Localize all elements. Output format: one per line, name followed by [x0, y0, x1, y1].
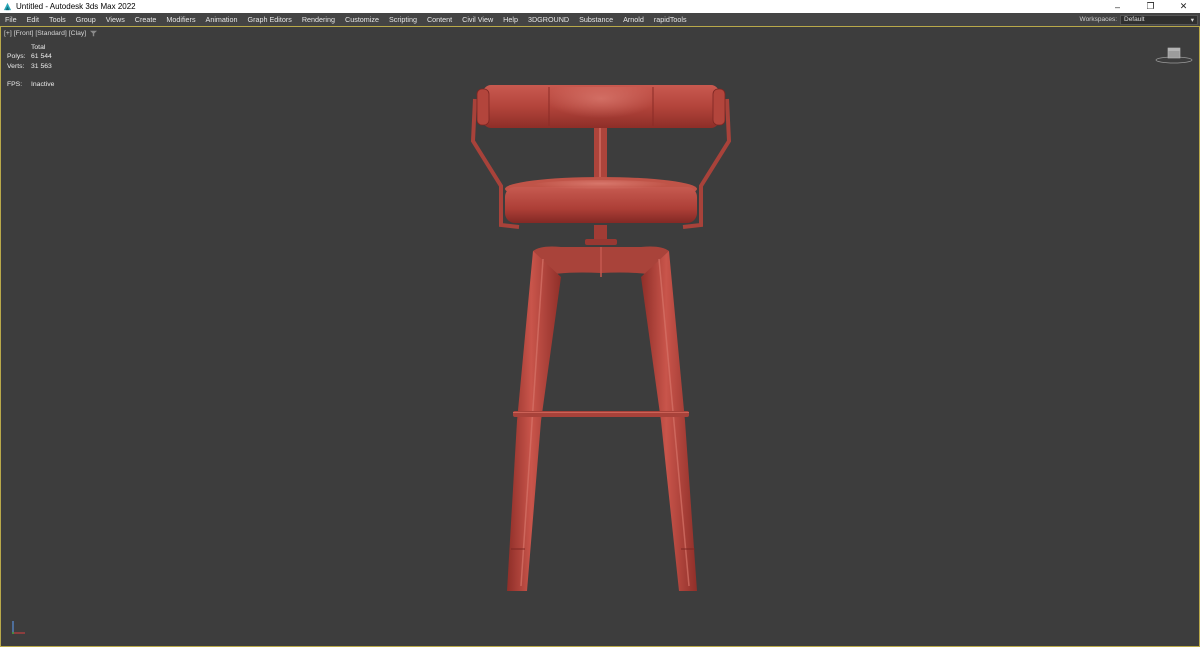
- workspace-dropdown[interactable]: Default ▾: [1120, 14, 1198, 25]
- axis-tripod-icon: [12, 621, 25, 634]
- menu-tools[interactable]: Tools: [44, 13, 71, 26]
- menu-scripting[interactable]: Scripting: [384, 13, 422, 26]
- menu-rapidtools[interactable]: rapidTools: [649, 13, 692, 26]
- menu-create[interactable]: Create: [130, 13, 162, 26]
- restore-button[interactable]: ❐: [1134, 0, 1167, 13]
- menu-modifiers[interactable]: Modifiers: [161, 13, 200, 26]
- workspace-value: Default: [1124, 16, 1145, 23]
- front-viewport[interactable]: [+] [Front] [Standard] [Clay] Total Polys: 6…: [0, 26, 1200, 647]
- close-button[interactable]: ✕: [1167, 0, 1200, 13]
- menu-customize[interactable]: Customize: [340, 13, 384, 26]
- menu-views[interactable]: Views: [101, 13, 130, 26]
- workspaces-label: Workspaces:: [1079, 16, 1117, 23]
- menu-bar: File Edit Tools Group Views Create Modif…: [0, 13, 1200, 26]
- menu-arnold[interactable]: Arnold: [618, 13, 649, 26]
- menu-substance[interactable]: Substance: [574, 13, 618, 26]
- menu-file[interactable]: File: [0, 13, 22, 26]
- menu-graph-editors[interactable]: Graph Editors: [243, 13, 297, 26]
- menu-rendering[interactable]: Rendering: [297, 13, 340, 26]
- minimize-button[interactable]: –: [1101, 0, 1134, 13]
- menu-help[interactable]: Help: [498, 13, 523, 26]
- menu-civil-view[interactable]: Civil View: [457, 13, 498, 26]
- menu-content[interactable]: Content: [422, 13, 457, 26]
- menu-group[interactable]: Group: [71, 13, 101, 26]
- chevron-down-icon: ▾: [1190, 16, 1194, 24]
- menu-edit[interactable]: Edit: [22, 13, 44, 26]
- title-bar: Untitled - Autodesk 3ds Max 2022 – ❐ ✕: [0, 0, 1200, 13]
- menu-3dground[interactable]: 3DGROUND: [523, 13, 574, 26]
- window-title: Untitled - Autodesk 3ds Max 2022: [16, 2, 136, 11]
- app-logo-icon: [3, 2, 12, 11]
- bar-stool-model[interactable]: [1, 27, 1199, 646]
- menu-animation[interactable]: Animation: [201, 13, 243, 26]
